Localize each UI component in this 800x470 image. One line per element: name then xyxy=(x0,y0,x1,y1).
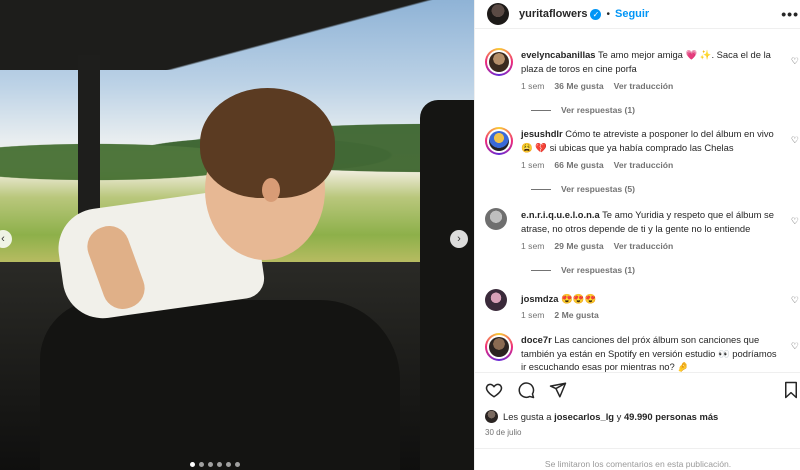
see-translation-link[interactable]: Ver traducción xyxy=(614,241,674,251)
post-date[interactable]: 30 de julio xyxy=(485,428,521,437)
commenter-avatar[interactable] xyxy=(485,127,513,155)
post-header: yuritaflowers ✓ • Seguir ••• xyxy=(475,0,800,29)
view-replies-link[interactable]: Ver respuestas (1) xyxy=(531,105,635,115)
comment-text: josmdza 😍😍😍 xyxy=(521,292,779,306)
verified-badge-icon: ✓ xyxy=(590,8,602,20)
save-bookmark-icon[interactable] xyxy=(783,381,799,404)
more-options-icon[interactable]: ••• xyxy=(781,6,799,22)
header-separator: • xyxy=(606,8,610,20)
author-username[interactable]: yuritaflowers xyxy=(519,8,587,20)
commenter-username[interactable]: jesushdlr xyxy=(521,128,563,139)
post-actions: Les gusta a josecarlos_lg y 49.990 perso… xyxy=(475,372,800,437)
commenter-username[interactable]: e.n.r.i.q.u.e.l.o.n.a xyxy=(521,209,600,220)
commenter-username[interactable]: evelyncabanillas xyxy=(521,49,596,60)
liker-username[interactable]: josecarlos_lg xyxy=(554,411,614,422)
comment-bubble-icon[interactable] xyxy=(517,381,535,399)
comments-list[interactable]: evelyncabanillas Te amo mejor amiga 💗 ✨.… xyxy=(475,30,800,372)
likes-count-link[interactable]: 49.990 personas más xyxy=(624,411,718,422)
photo-vehicle-roof xyxy=(0,0,474,70)
replies-line xyxy=(531,188,551,190)
post-photo[interactable]: ‹ › xyxy=(0,0,474,470)
replies-line xyxy=(531,109,551,111)
comment-likes[interactable]: 66 Me gusta xyxy=(554,160,603,170)
action-icons xyxy=(485,381,567,399)
carousel-dot xyxy=(217,462,222,467)
comment-time: 1 sem xyxy=(521,160,545,170)
chevron-right-icon: › xyxy=(457,233,461,245)
like-comment-heart-icon[interactable]: ♡ xyxy=(791,341,799,352)
like-comment-heart-icon[interactable]: ♡ xyxy=(791,216,799,227)
carousel-dot xyxy=(208,462,213,467)
see-translation-link[interactable]: Ver traducción xyxy=(614,160,674,170)
comment-text: e.n.r.i.q.u.e.l.o.n.a Te amo Yuridia y r… xyxy=(521,209,774,234)
emoji: 💗 ✨ xyxy=(685,49,712,60)
commenter-username[interactable]: doce7r xyxy=(521,334,552,345)
commenter-avatar[interactable] xyxy=(485,333,513,361)
post-side-panel: yuritaflowers ✓ • Seguir ••• evelyncaban… xyxy=(474,0,800,470)
comment-likes[interactable]: 29 Me gusta xyxy=(554,241,603,251)
comments-limited-notice: Se limitaron los comentarios en esta pub… xyxy=(475,448,800,470)
photo-vehicle-seat xyxy=(40,300,400,470)
emoji: 😍😍😍 xyxy=(561,293,597,304)
share-paper-plane-icon[interactable] xyxy=(549,381,567,399)
replies-line xyxy=(531,269,551,271)
chevron-left-icon: ‹ xyxy=(1,233,5,245)
author-avatar[interactable] xyxy=(487,3,509,25)
comment-meta: 1 sem 2 Me gusta xyxy=(521,310,599,320)
emoji: 🤌 xyxy=(677,361,690,372)
see-translation-link[interactable]: Ver traducción xyxy=(614,81,674,91)
comment-text: doce7r Las canciones del próx álbum son … xyxy=(521,334,777,372)
follow-button[interactable]: Seguir xyxy=(615,8,649,20)
carousel-dot xyxy=(235,462,240,467)
like-heart-icon[interactable] xyxy=(485,381,503,399)
commenter-avatar[interactable] xyxy=(485,48,513,76)
view-replies-link[interactable]: Ver respuestas (5) xyxy=(531,184,635,194)
likes-summary: Les gusta a josecarlos_lg y 49.990 perso… xyxy=(485,410,718,423)
emoji: 👀 xyxy=(718,347,730,359)
carousel-dot xyxy=(199,462,204,467)
carousel-dot xyxy=(190,462,195,467)
carousel-dot xyxy=(226,462,231,467)
comment-text: evelyncabanillas Te amo mejor amiga 💗 ✨.… xyxy=(521,49,771,74)
commenter-avatar[interactable] xyxy=(485,289,507,311)
comment-meta: 1 sem 36 Me gusta Ver traducción xyxy=(521,81,673,91)
carousel-next-button[interactable]: › xyxy=(450,230,468,248)
liker-avatar[interactable] xyxy=(485,410,498,423)
comment-meta: 1 sem 29 Me gusta Ver traducción xyxy=(521,241,673,251)
comment-meta: 1 sem 66 Me gusta Ver traducción xyxy=(521,160,673,170)
commenter-username[interactable]: josmdza xyxy=(521,293,559,304)
like-comment-heart-icon[interactable]: ♡ xyxy=(791,135,799,146)
photo-child-ear xyxy=(262,178,280,202)
carousel-indicator xyxy=(190,462,240,467)
comment-text: jesushdlr Cómo te atreviste a posponer l… xyxy=(521,128,774,153)
photo-vehicle-frame-right xyxy=(420,100,474,470)
commenter-avatar[interactable] xyxy=(485,208,507,230)
comment-time: 1 sem xyxy=(521,241,545,251)
carousel-prev-button[interactable]: ‹ xyxy=(0,230,12,248)
comment-time: 1 sem xyxy=(521,310,545,320)
comment-time: 1 sem xyxy=(521,81,545,91)
like-comment-heart-icon[interactable]: ♡ xyxy=(791,56,799,67)
comment-likes[interactable]: 2 Me gusta xyxy=(554,310,598,320)
view-replies-link[interactable]: Ver respuestas (1) xyxy=(531,265,635,275)
emoji: 😩 💔 xyxy=(521,141,547,153)
comment-likes[interactable]: 36 Me gusta xyxy=(554,81,603,91)
like-comment-heart-icon[interactable]: ♡ xyxy=(791,295,799,306)
